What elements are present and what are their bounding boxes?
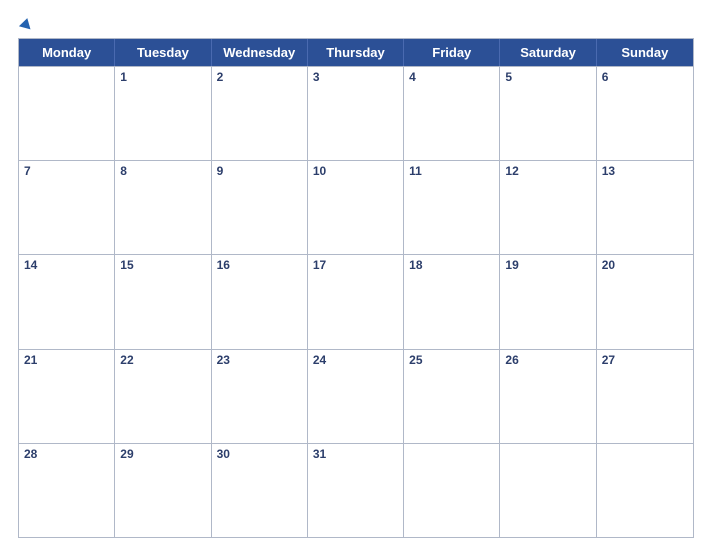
day-number: 2 [217, 70, 302, 86]
day-number: 31 [313, 447, 398, 463]
calendar-cell: 19 [500, 255, 596, 348]
calendar-cell: 12 [500, 161, 596, 254]
calendar-cell [404, 444, 500, 537]
calendar-cell: 26 [500, 350, 596, 443]
day-number: 7 [24, 164, 109, 180]
calendar-cell: 6 [597, 67, 693, 160]
calendar-cell [19, 67, 115, 160]
weekday-header: Tuesday [115, 39, 211, 66]
calendar-cell: 22 [115, 350, 211, 443]
day-number: 18 [409, 258, 494, 274]
calendar-cell: 17 [308, 255, 404, 348]
calendar-cell: 29 [115, 444, 211, 537]
calendar-cell [500, 444, 596, 537]
calendar-cell: 11 [404, 161, 500, 254]
calendar-header-row: MondayTuesdayWednesdayThursdayFridaySatu… [19, 39, 693, 66]
calendar-row: 28 29 30 31 [19, 443, 693, 537]
logo-blue [18, 18, 32, 28]
calendar-cell: 18 [404, 255, 500, 348]
day-number: 26 [505, 353, 590, 369]
calendar-row: 123456 [19, 66, 693, 160]
day-number: 15 [120, 258, 205, 274]
calendar-cell: 25 [404, 350, 500, 443]
calendar-cell: 5 [500, 67, 596, 160]
day-number: 5 [505, 70, 590, 86]
calendar-cell: 3 [308, 67, 404, 160]
day-number: 19 [505, 258, 590, 274]
day-number: 6 [602, 70, 688, 86]
weekday-header: Saturday [500, 39, 596, 66]
calendar-cell: 4 [404, 67, 500, 160]
calendar-row: 14 15 16 17 18 19 20 [19, 254, 693, 348]
day-number: 10 [313, 164, 398, 180]
day-number: 16 [217, 258, 302, 274]
day-number: 17 [313, 258, 398, 274]
calendar-cell: 16 [212, 255, 308, 348]
calendar-row: 789 10 11 12 13 [19, 160, 693, 254]
calendar-cell: 20 [597, 255, 693, 348]
calendar-cell: 9 [212, 161, 308, 254]
day-number: 28 [24, 447, 109, 463]
day-number: 27 [602, 353, 688, 369]
calendar-cell: 10 [308, 161, 404, 254]
day-number: 14 [24, 258, 109, 274]
logo-triangle-icon [19, 17, 33, 30]
calendar-body: 1234567891011121314151617181920212223242… [19, 66, 693, 537]
calendar-cell: 30 [212, 444, 308, 537]
calendar-cell: 14 [19, 255, 115, 348]
day-number: 22 [120, 353, 205, 369]
day-number: 3 [313, 70, 398, 86]
day-number: 20 [602, 258, 688, 274]
calendar-cell: 8 [115, 161, 211, 254]
weekday-header: Monday [19, 39, 115, 66]
day-number: 11 [409, 164, 494, 180]
day-number: 21 [24, 353, 109, 369]
weekday-header: Friday [404, 39, 500, 66]
day-number: 8 [120, 164, 205, 180]
calendar-cell: 15 [115, 255, 211, 348]
calendar-cell: 24 [308, 350, 404, 443]
calendar-cell: 27 [597, 350, 693, 443]
weekday-header: Wednesday [212, 39, 308, 66]
calendar-row: 21 22 23 24 25 26 27 [19, 349, 693, 443]
calendar-grid: MondayTuesdayWednesdayThursdayFridaySatu… [18, 38, 694, 538]
weekday-header: Sunday [597, 39, 693, 66]
weekday-header: Thursday [308, 39, 404, 66]
calendar-cell: 2 [212, 67, 308, 160]
calendar-cell: 13 [597, 161, 693, 254]
day-number: 4 [409, 70, 494, 86]
calendar-cell: 28 [19, 444, 115, 537]
calendar-cell: 31 [308, 444, 404, 537]
calendar-cell: 21 [19, 350, 115, 443]
day-number: 23 [217, 353, 302, 369]
calendar-cell: 23 [212, 350, 308, 443]
calendar-cell: 7 [19, 161, 115, 254]
page-header [18, 18, 694, 28]
calendar-cell: 1 [115, 67, 211, 160]
calendar-page: MondayTuesdayWednesdayThursdayFridaySatu… [0, 0, 712, 550]
day-number: 25 [409, 353, 494, 369]
day-number: 12 [505, 164, 590, 180]
day-number: 13 [602, 164, 688, 180]
day-number: 24 [313, 353, 398, 369]
day-number: 29 [120, 447, 205, 463]
logo [18, 18, 32, 28]
day-number: 30 [217, 447, 302, 463]
day-number: 1 [120, 70, 205, 86]
day-number: 9 [217, 164, 302, 180]
calendar-cell [597, 444, 693, 537]
